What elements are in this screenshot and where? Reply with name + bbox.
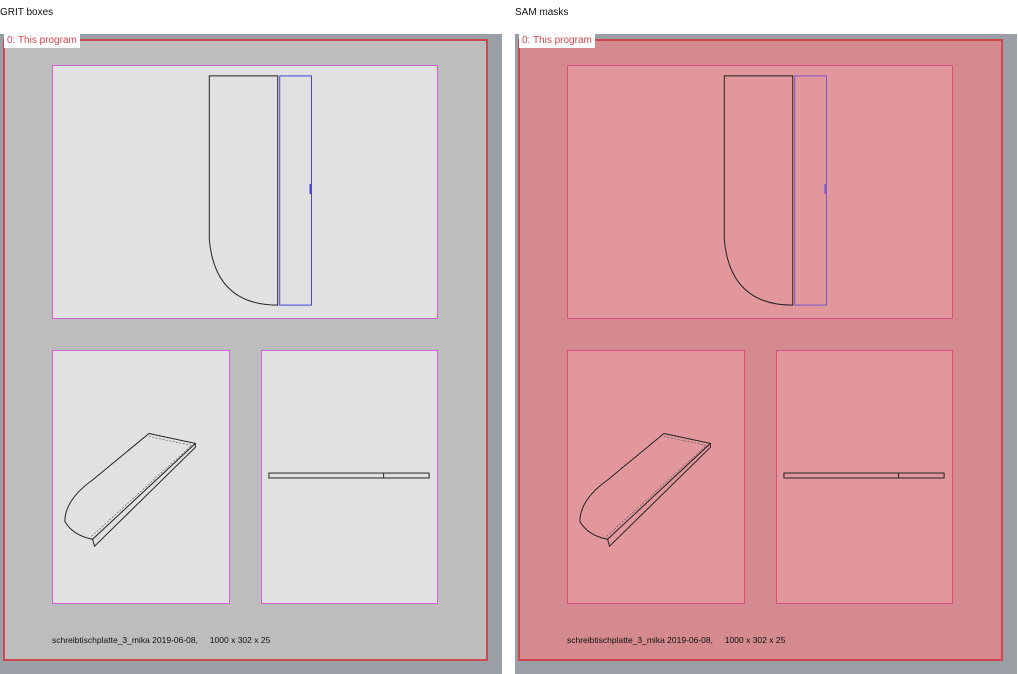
top-view-drawing — [723, 75, 827, 306]
side-view-drawing — [268, 472, 430, 479]
iso-view-drawing — [579, 432, 712, 548]
top-view-viewport — [567, 65, 953, 319]
top-view-drawing — [208, 75, 312, 306]
left-panel-title: GRIT boxes — [0, 7, 54, 18]
grit-boxes-panel: boden schreibtischplatte_3_mika 2019-06-… — [0, 34, 502, 674]
top-view-viewport — [52, 65, 438, 319]
side-view-drawing — [783, 472, 945, 479]
side-view-viewport — [261, 350, 438, 604]
sam-masks-panel: boden schreibtischplatte_3_mika 2019-06-… — [515, 34, 1017, 674]
detection-tag: 0: This program — [4, 34, 80, 48]
detection-tag: 0: This program — [519, 34, 595, 48]
right-panel-title: SAM masks — [515, 7, 569, 18]
side-view-viewport — [776, 350, 953, 604]
drawing-sheet: boden schreibtischplatte_3_mika 2019-06-… — [3, 39, 486, 659]
iso-view-viewport — [52, 350, 230, 604]
iso-view-viewport — [567, 350, 745, 604]
sheet-caption: schreibtischplatte_3_mika 2019-06-08, 10… — [567, 635, 786, 645]
iso-view-drawing — [64, 432, 197, 548]
drawing-sheet-masked: boden schreibtischplatte_3_mika 2019-06-… — [518, 39, 1001, 659]
sheet-caption: schreibtischplatte_3_mika 2019-06-08, 10… — [52, 635, 271, 645]
